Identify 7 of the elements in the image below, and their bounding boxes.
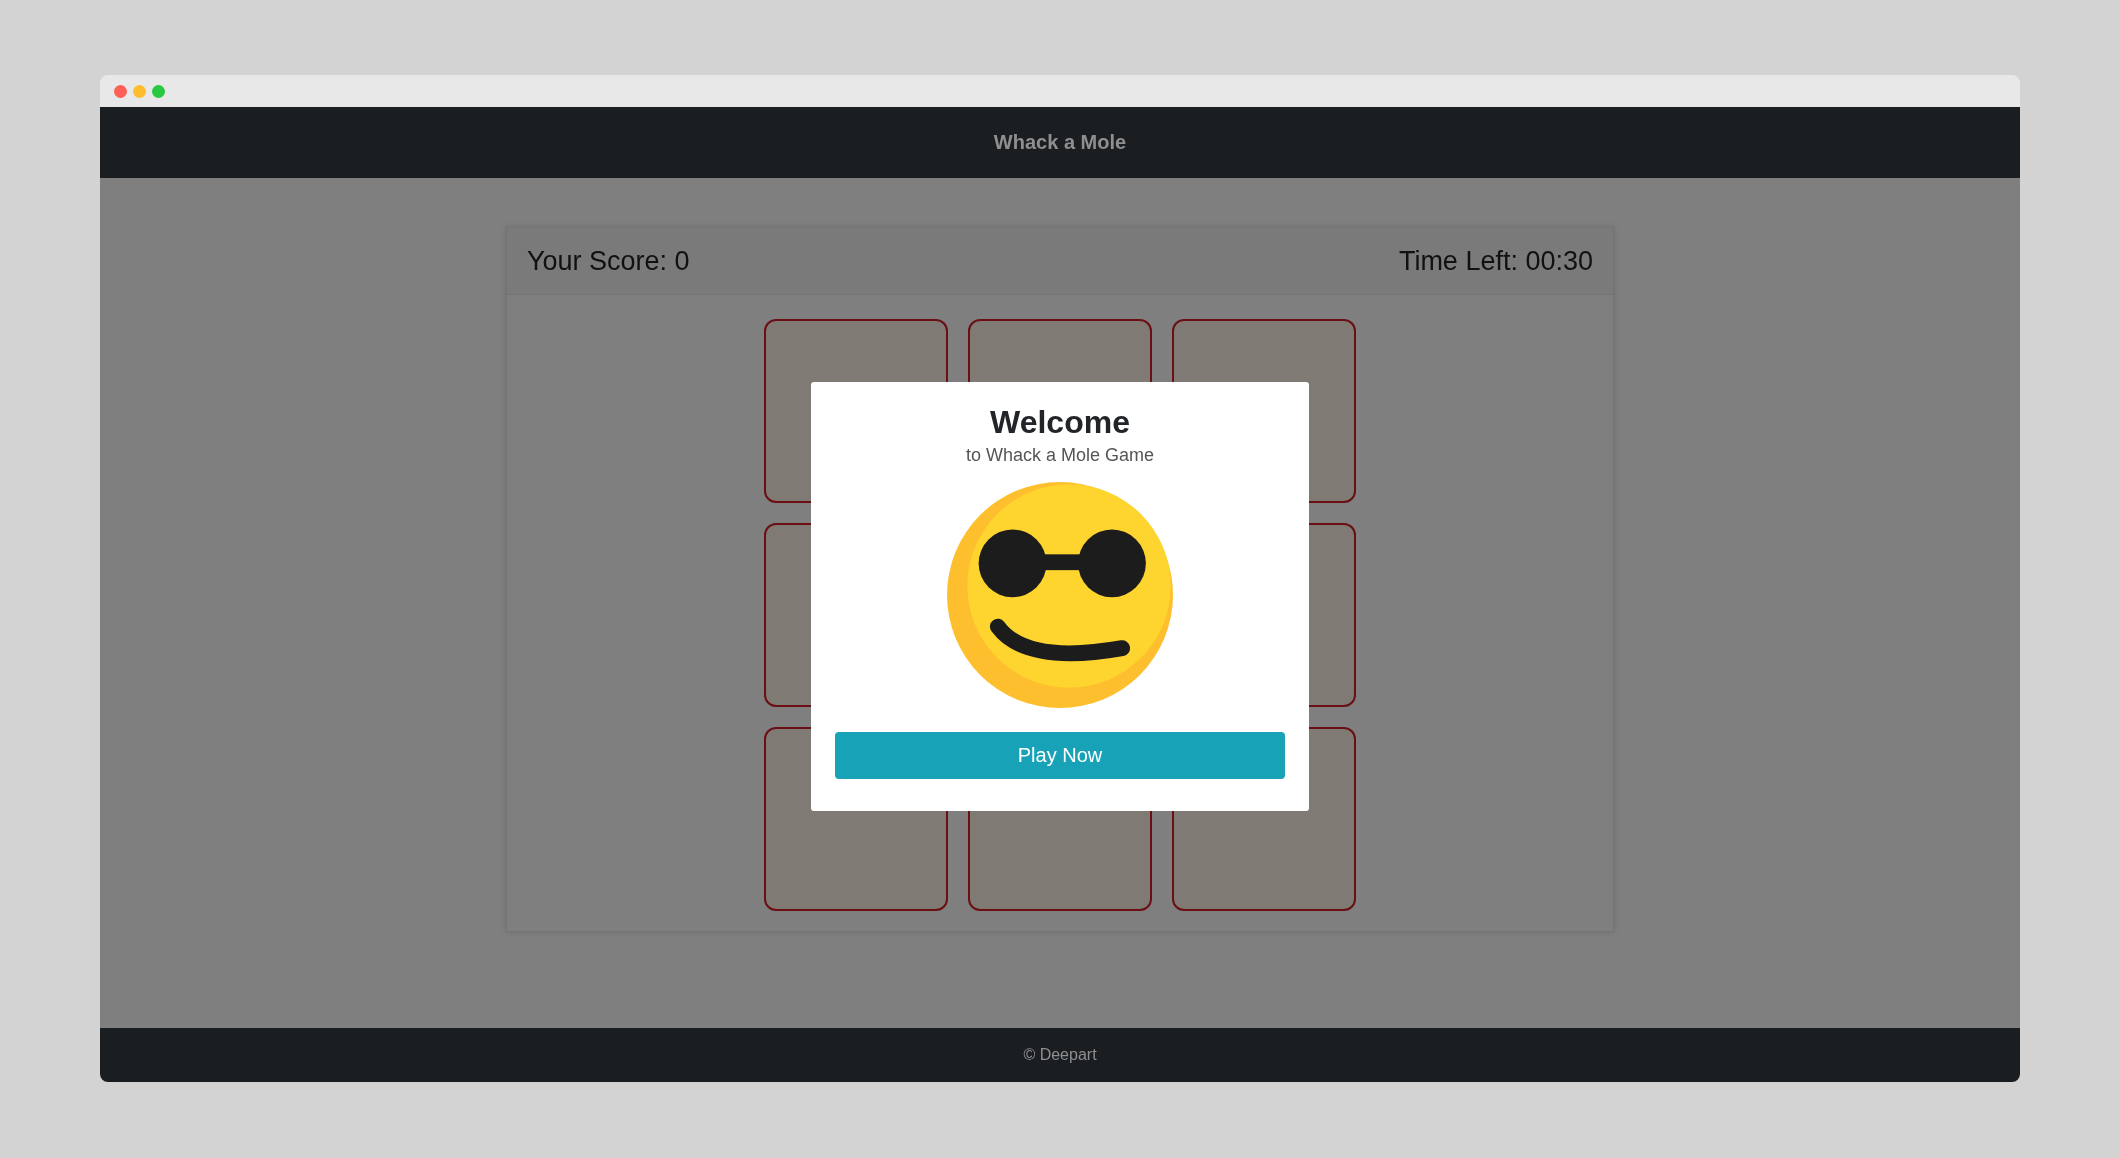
play-now-button[interactable]: Play Now: [835, 732, 1285, 779]
footer-copyright: © Deepart: [1023, 1046, 1097, 1064]
score-label: Your Score: 0: [527, 245, 690, 277]
dialog-subtitle: to Whack a Mole Game: [965, 445, 1155, 466]
time-left-label: Time Left: 00:30: [1398, 245, 1593, 277]
dialog-title: Welcome: [990, 404, 1130, 441]
navbar-title: Whack a Mole: [993, 131, 1127, 154]
